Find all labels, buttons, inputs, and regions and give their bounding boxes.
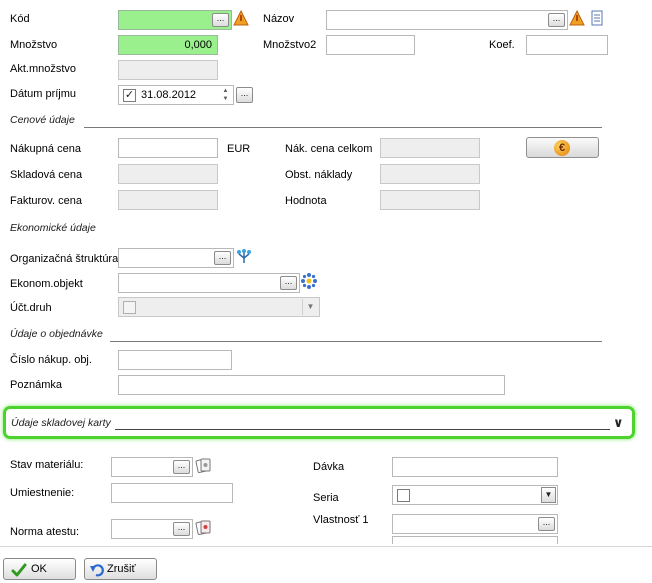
ok-button-label: OK	[31, 563, 47, 575]
org-struktura-label: Organizačná štruktúra	[10, 253, 119, 265]
davka-label: Dávka	[313, 461, 345, 473]
nazov-label: Názov	[263, 13, 295, 25]
hodnota-label: Hodnota	[285, 195, 327, 207]
warning-triangle-icon[interactable]	[569, 10, 585, 26]
footer-divider	[0, 546, 652, 547]
warning-triangle-icon[interactable]	[233, 10, 249, 26]
datum-prijmu-value: 31.08.2012	[141, 89, 197, 101]
ekonom-objekt-input[interactable]: ...	[118, 273, 300, 293]
network-icon[interactable]	[301, 273, 317, 289]
vlastnost1-label: Vlastnosť 1	[313, 514, 369, 526]
cards-icon[interactable]	[195, 457, 211, 473]
obst-naklady-input	[380, 164, 480, 184]
skladova-cena-input	[118, 164, 218, 184]
akt-mnozstvo-label: Akt.množstvo	[10, 63, 77, 75]
fakturov-cena-input	[118, 190, 218, 210]
euro-button[interactable]: €	[526, 137, 599, 158]
ok-button[interactable]: OK	[3, 558, 76, 580]
nakupna-cena-label: Nákupná cena	[10, 143, 81, 155]
skladova-karta-header[interactable]: Údaje skladovej karty ∨	[3, 406, 635, 439]
nak-cena-celkom-input	[380, 138, 480, 158]
seria-select[interactable]: ▼	[392, 485, 558, 505]
vlastnost1-lookup-button[interactable]: ...	[538, 517, 555, 531]
cancel-button[interactable]: Zrušiť	[84, 558, 157, 580]
cards-icon[interactable]	[195, 519, 211, 535]
koef-input[interactable]	[526, 35, 608, 55]
akt-mnozstvo-input	[118, 60, 218, 80]
uct-druh-checkbox	[123, 301, 136, 314]
kod-label: Kód	[10, 13, 30, 25]
seria-label: Seria	[313, 492, 339, 504]
datum-prijmu-lookup-button[interactable]: ...	[236, 87, 253, 103]
org-struktura-input[interactable]: ...	[118, 248, 234, 268]
nakupna-cena-input[interactable]	[118, 138, 218, 158]
seria-checkbox[interactable]	[397, 489, 410, 502]
kod-input[interactable]: ...	[118, 10, 232, 30]
stav-materialu-label: Stav materiálu:	[10, 459, 84, 471]
org-struktura-lookup-button[interactable]: ...	[214, 251, 231, 265]
uct-druh-label: Účt.druh	[10, 302, 52, 314]
section-divider	[115, 429, 610, 430]
chevron-down-icon[interactable]: ▼	[541, 487, 556, 503]
nazov-lookup-button[interactable]: ...	[548, 13, 565, 27]
umiestnenie-input[interactable]	[111, 483, 233, 503]
mnozstvo2-label: Množstvo2	[263, 39, 317, 51]
document-icon[interactable]	[589, 10, 605, 26]
ekonom-objekt-lookup-button[interactable]: ...	[280, 276, 297, 290]
nazov-input[interactable]: ...	[326, 10, 568, 30]
koef-label: Koef.	[489, 39, 515, 51]
collapse-chevron-icon[interactable]: ∨	[613, 415, 624, 431]
davka-input[interactable]	[392, 457, 558, 477]
date-spinner[interactable]: ▲ ▼	[219, 87, 232, 103]
cancel-button-label: Zrušiť	[107, 563, 136, 575]
cenove-section-title: Cenové údaje	[10, 114, 75, 126]
tree-structure-icon[interactable]	[236, 248, 252, 264]
vlastnost1-input[interactable]: ...	[392, 514, 558, 534]
vlastnost2-input-partial[interactable]	[392, 536, 558, 544]
section-divider	[84, 127, 602, 128]
section-divider	[110, 341, 602, 342]
currency-label: EUR	[227, 143, 251, 155]
chevron-down-icon: ▼	[302, 299, 318, 315]
umiestnenie-label: Umiestnenie:	[10, 487, 75, 499]
hodnota-input	[380, 190, 480, 210]
checkmark-icon	[11, 563, 27, 577]
stav-materialu-input[interactable]: ...	[111, 457, 193, 477]
undo-arrow-icon	[90, 564, 104, 577]
skladova-karta-section-title: Údaje skladovej karty	[11, 417, 111, 429]
datum-prijmu-label: Dátum príjmu	[10, 88, 77, 100]
nak-cena-celkom-label: Nák. cena celkom	[285, 143, 373, 155]
datum-prijmu-checkbox[interactable]: ✓	[123, 89, 136, 102]
ekonomicke-section-title: Ekonomické údaje	[10, 222, 96, 234]
datum-prijmu-picker[interactable]: ✓ 31.08.2012 ▲ ▼	[118, 85, 234, 105]
uct-druh-select: ▼	[118, 297, 320, 317]
objednavka-section-title: Údaje o objednávke	[10, 328, 103, 340]
euro-icon: €	[554, 140, 570, 156]
mnozstvo-label: Množstvo	[10, 39, 58, 51]
poznamka-label: Poznámka	[10, 379, 62, 391]
norma-atestu-input[interactable]: ...	[111, 519, 193, 539]
ekonom-objekt-label: Ekonom.objekt	[10, 278, 83, 290]
obst-naklady-label: Obst. náklady	[285, 169, 353, 181]
fakturov-cena-label: Fakturov. cena	[10, 195, 82, 207]
spin-down-icon[interactable]: ▼	[219, 95, 232, 103]
poznamka-input[interactable]	[118, 375, 505, 395]
stav-materialu-lookup-button[interactable]: ...	[173, 460, 190, 474]
spin-up-icon[interactable]: ▲	[219, 87, 232, 95]
kod-lookup-button[interactable]: ...	[212, 13, 229, 27]
norma-atestu-label: Norma atestu:	[10, 526, 80, 538]
cislo-nakup-obj-input[interactable]	[118, 350, 232, 370]
skladova-cena-label: Skladová cena	[10, 169, 83, 181]
mnozstvo2-input[interactable]	[326, 35, 415, 55]
norma-atestu-lookup-button[interactable]: ...	[173, 522, 190, 536]
cislo-nakup-obj-label: Číslo nákup. obj.	[10, 354, 92, 366]
mnozstvo-input[interactable]: 0,000	[118, 35, 218, 55]
